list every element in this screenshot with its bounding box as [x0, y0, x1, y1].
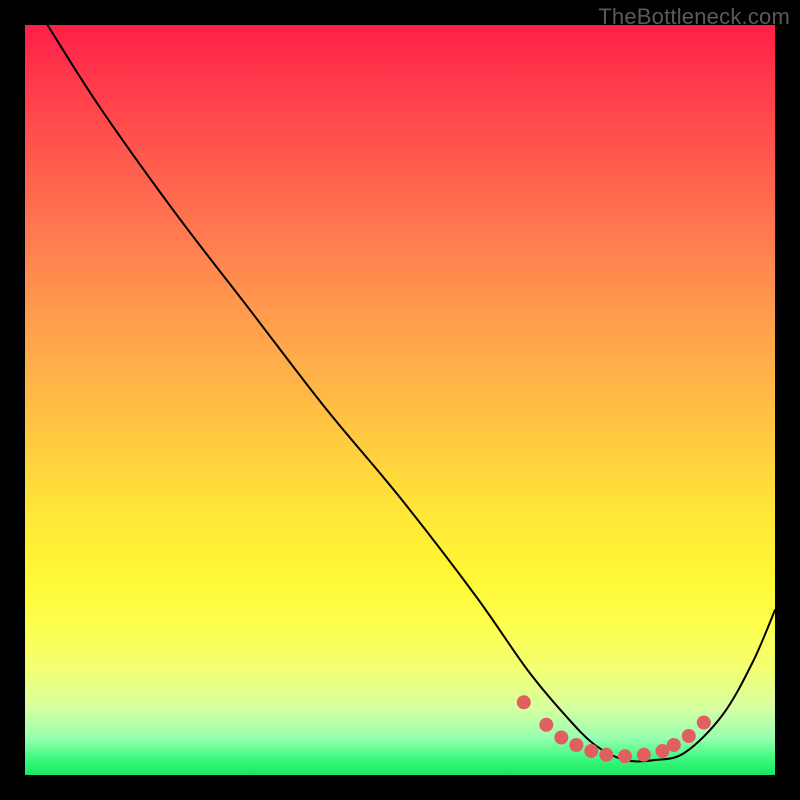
valley-marker — [569, 738, 583, 752]
chart-overlay — [25, 25, 775, 775]
bottleneck-curve — [48, 25, 776, 761]
valley-marker — [554, 731, 568, 745]
plot-area — [25, 25, 775, 775]
chart-frame: TheBottleneck.com — [0, 0, 800, 800]
valley-marker — [584, 744, 598, 758]
valley-marker — [599, 748, 613, 762]
valley-marker — [618, 749, 632, 763]
valley-marker — [697, 716, 711, 730]
valley-markers — [517, 695, 711, 763]
watermark-text: TheBottleneck.com — [598, 4, 790, 30]
valley-marker — [682, 729, 696, 743]
valley-marker — [637, 748, 651, 762]
valley-marker — [517, 695, 531, 709]
valley-marker — [667, 738, 681, 752]
valley-marker — [539, 718, 553, 732]
